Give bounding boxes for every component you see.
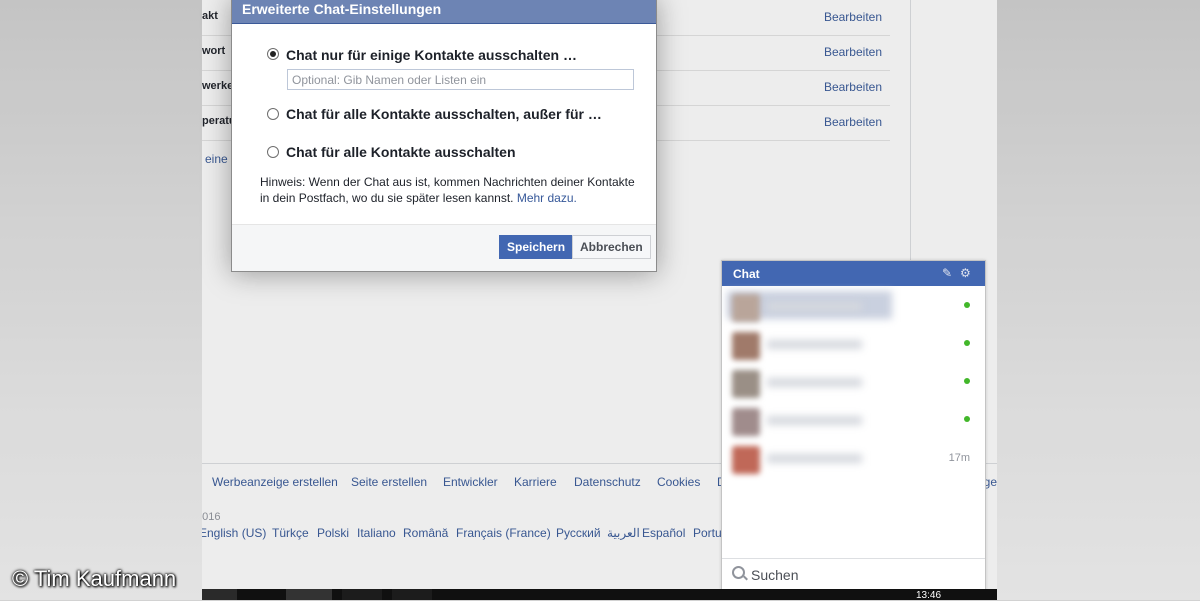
footer-link-careers[interactable]: Karriere — [514, 475, 557, 489]
language-link[interactable]: العربية — [607, 526, 640, 540]
contact-name-blurred — [767, 340, 862, 349]
hint-text-block: Hinweis: Wenn der Chat aus ist, kommen N… — [260, 174, 640, 206]
edit-link[interactable]: Bearbeiten — [824, 45, 882, 59]
language-link[interactable]: Italiano — [357, 526, 396, 540]
chat-contact[interactable] — [727, 401, 982, 439]
settings-row-label: werke — [202, 80, 234, 92]
copyright: 2016 — [202, 511, 221, 523]
language-link[interactable]: Русский — [556, 526, 601, 540]
footer-link-privacy[interactable]: Datenschutz — [574, 475, 641, 489]
taskbar: 13:46 — [202, 589, 997, 601]
chat-header[interactable]: Chat ✎ ⚙ — [722, 261, 985, 286]
edit-link[interactable]: Bearbeiten — [824, 10, 882, 24]
language-link[interactable]: Français (France) — [456, 526, 551, 540]
language-link[interactable]: English (US) — [202, 526, 266, 540]
footer-link-ad[interactable]: Werbeanzeige erstellen — [212, 475, 338, 489]
footer-link-cookies[interactable]: Cookies — [657, 475, 700, 489]
settings-row-label: wort — [202, 45, 226, 57]
start-button[interactable] — [202, 589, 237, 600]
edit-link[interactable]: Bearbeiten — [824, 115, 882, 129]
contact-name-blurred — [767, 302, 862, 311]
save-button[interactable]: Speichern — [499, 235, 574, 259]
last-active-time: 17m — [948, 452, 970, 464]
dialog-title: Erweiterte Chat-Einstellungen — [242, 1, 442, 17]
chat-sidebar: Chat ✎ ⚙ 17m — [721, 260, 986, 591]
chat-contact[interactable] — [727, 325, 982, 363]
edit-link[interactable]: Bearbeiten — [824, 80, 882, 94]
taskbar-app-browser[interactable] — [286, 589, 332, 600]
contact-name-blurred — [767, 378, 862, 387]
language-link[interactable]: Türkçe — [272, 526, 309, 540]
copyright-watermark: © Tim Kaufmann — [12, 566, 177, 591]
chat-search-input[interactable] — [749, 564, 973, 586]
avatar — [732, 408, 760, 436]
chat-contact[interactable] — [727, 287, 982, 325]
avatar — [732, 332, 760, 360]
language-link[interactable]: Español — [642, 526, 685, 540]
language-link[interactable]: Română — [403, 526, 448, 540]
chat-contact[interactable] — [727, 363, 982, 401]
option-all-contacts-label[interactable]: Chat für alle Kontakte ausschalten — [286, 144, 516, 160]
avatar — [732, 446, 760, 474]
online-indicator — [964, 378, 970, 384]
avatar — [732, 370, 760, 398]
option-some-contacts-label[interactable]: Chat nur für einige Kontakte ausschalten… — [286, 47, 577, 63]
taskbar-app[interactable] — [342, 589, 382, 600]
settings-row-label: akt — [202, 10, 218, 22]
radio-all-except[interactable] — [267, 108, 279, 120]
dialog-header: Erweiterte Chat-Einstellungen — [232, 0, 656, 24]
online-indicator — [964, 416, 970, 422]
online-indicator — [964, 340, 970, 346]
gear-icon[interactable]: ⚙ — [960, 267, 971, 279]
radio-all-contacts[interactable] — [267, 146, 279, 158]
chat-title: Chat — [733, 267, 760, 281]
radio-some-contacts[interactable] — [267, 48, 279, 60]
chat-settings-dialog: Erweiterte Chat-Einstellungen Chat nur f… — [231, 0, 657, 272]
contact-name-blurred — [767, 454, 862, 463]
language-link[interactable]: Polski — [317, 526, 349, 540]
cancel-button[interactable]: Abbrechen — [572, 235, 651, 259]
hint-text: Hinweis: Wenn der Chat aus ist, kommen N… — [260, 175, 635, 205]
contacts-input[interactable] — [287, 69, 634, 90]
search-icon — [732, 566, 745, 579]
contact-name-blurred — [767, 416, 862, 425]
taskbar-app[interactable] — [392, 589, 432, 600]
online-indicator — [964, 302, 970, 308]
compose-icon[interactable]: ✎ — [942, 267, 952, 279]
dialog-footer: Speichern Abbrechen — [232, 224, 656, 271]
chat-search-bar — [722, 558, 985, 591]
partial-link[interactable]: eine — [205, 152, 228, 166]
language-link[interactable]: Portu — [693, 526, 722, 540]
more-info-link[interactable]: Mehr dazu. — [517, 191, 577, 205]
option-all-except-label[interactable]: Chat für alle Kontakte ausschalten, auße… — [286, 106, 602, 122]
footer-link-page[interactable]: Seite erstellen — [351, 475, 427, 489]
footer-link-developers[interactable]: Entwickler — [443, 475, 498, 489]
avatar — [732, 294, 760, 322]
chat-contact[interactable]: 17m — [727, 439, 982, 477]
